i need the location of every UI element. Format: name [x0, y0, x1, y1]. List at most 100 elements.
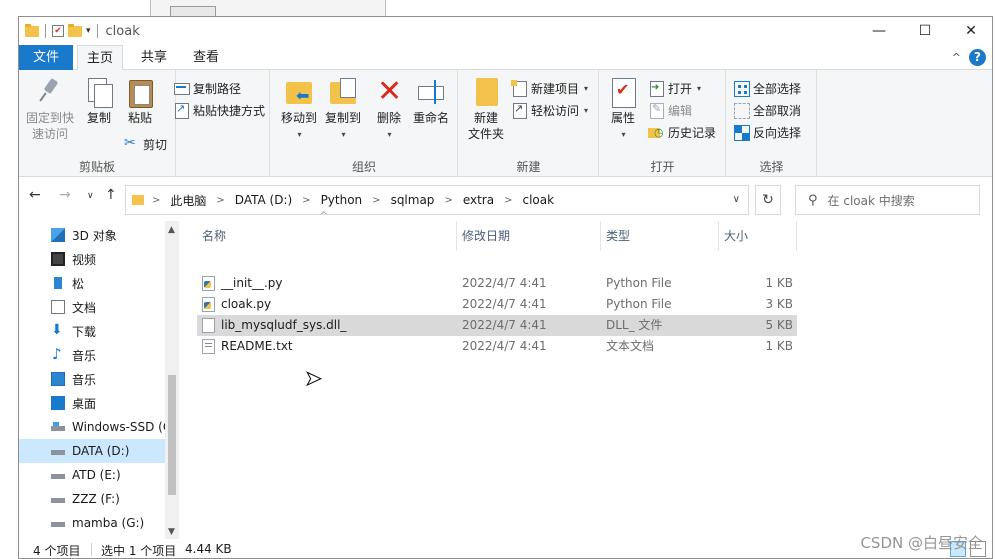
- breadcrumb-cloak[interactable]: cloak: [522, 193, 554, 207]
- copy-to-button[interactable]: 复制到 ▾: [321, 76, 365, 140]
- properties-button[interactable]: 属性 ▾: [604, 76, 642, 140]
- nav-item-music[interactable]: 音乐: [19, 343, 165, 367]
- breadcrumb-python[interactable]: Python: [321, 193, 363, 207]
- copy-to-icon: [328, 76, 358, 108]
- up-arrow-icon[interactable]: ↑: [105, 187, 117, 203]
- file-row[interactable]: cloak.py 2022/4/7 4:41 Python File 3 KB: [197, 294, 797, 315]
- nav-item-drive-d[interactable]: DATA (D:): [19, 439, 165, 463]
- nav-item-label: 音乐: [72, 348, 97, 363]
- file-row[interactable]: README.txt 2022/4/7 4:41 文本文档 1 KB: [197, 336, 797, 357]
- nav-item-3d-objects[interactable]: 3D 对象: [19, 223, 165, 247]
- move-to-button[interactable]: 移动到 ▾: [277, 76, 321, 140]
- nav-item-drive-f[interactable]: ZZZ (F:): [19, 487, 165, 511]
- new-folder-icon[interactable]: [68, 23, 82, 37]
- nav-item-documents[interactable]: 文档: [19, 295, 165, 319]
- easy-access-button[interactable]: 轻松访问 ▾: [511, 100, 588, 120]
- nav-item-music-2[interactable]: 音乐: [19, 367, 165, 391]
- file-size: 5 KB: [765, 318, 793, 332]
- ribbon-tabs: 文件 主页 共享 查看 ^ ?: [19, 45, 992, 71]
- cut-button[interactable]: 剪切: [123, 134, 167, 154]
- minimize-button[interactable]: —: [856, 17, 902, 45]
- copy-button[interactable]: 复制: [79, 76, 119, 126]
- breadcrumb-separator-icon[interactable]: >: [504, 195, 512, 206]
- new-item-button[interactable]: 新建项目 ▾: [511, 78, 588, 98]
- new-folder-button[interactable]: 新建 文件夹: [463, 76, 509, 142]
- scroll-up-icon[interactable]: ▲: [168, 225, 175, 235]
- invert-selection-label: 反向选择: [753, 125, 802, 140]
- breadcrumb-separator-icon[interactable]: >: [216, 195, 224, 206]
- nav-item-drive-c[interactable]: Windows-SSD (C:): [19, 415, 165, 439]
- nav-item-song[interactable]: 松: [19, 271, 165, 295]
- breadcrumb-extra[interactable]: extra: [463, 193, 494, 207]
- address-bar[interactable]: > 此电脑 > DATA (D:) > Python > sqlmap > ex…: [125, 185, 749, 215]
- new-folder-label-line1: 新建: [473, 111, 498, 125]
- select-none-button[interactable]: 全部取消: [733, 100, 801, 120]
- tab-view[interactable]: 查看: [183, 45, 229, 70]
- move-to-dropdown-icon: ▾: [297, 130, 302, 139]
- delete-button[interactable]: 删除 ▾: [371, 76, 407, 140]
- breadcrumb-data-drive[interactable]: DATA (D:): [235, 193, 292, 207]
- navigation-pane-scrollbar[interactable]: ▲ ▼: [165, 221, 179, 539]
- help-icon[interactable]: ?: [969, 49, 986, 66]
- paste-button[interactable]: 粘贴: [121, 76, 159, 126]
- nav-item-desktop[interactable]: 桌面: [19, 391, 165, 415]
- forward-arrow-icon[interactable]: →: [59, 187, 71, 203]
- breadcrumb-separator-icon[interactable]: >: [372, 195, 380, 206]
- pin-label-line1: 固定到快: [25, 111, 74, 125]
- file-row-selected[interactable]: lib_mysqludf_sys.dll_ 2022/4/7 4:41 DLL_…: [197, 315, 797, 336]
- drive-icon: [51, 420, 65, 434]
- tab-share[interactable]: 共享: [131, 45, 177, 70]
- nav-item-label: 下载: [72, 324, 97, 339]
- new-item-icon: [511, 80, 527, 97]
- edit-button[interactable]: 编辑: [648, 100, 692, 120]
- breadcrumb-sqlmap[interactable]: sqlmap: [391, 193, 435, 207]
- column-header-date[interactable]: 修改日期: [457, 221, 601, 251]
- refresh-button[interactable]: ↻: [755, 185, 781, 215]
- qat-divider: [45, 24, 46, 38]
- sort-ascending-icon: ^: [320, 211, 328, 221]
- column-header-size[interactable]: 大小: [719, 221, 797, 251]
- pin-icon: [35, 76, 65, 108]
- search-box[interactable]: ⚲ 在 cloak 中搜索: [795, 185, 980, 215]
- paste-label: 粘贴: [127, 111, 152, 125]
- nav-item-drive-e[interactable]: ATD (E:): [19, 463, 165, 487]
- breadcrumb-separator-icon[interactable]: >: [302, 195, 310, 206]
- collapse-ribbon-chevron-icon[interactable]: ^: [952, 51, 961, 64]
- back-arrow-icon[interactable]: ←: [29, 187, 41, 203]
- nav-item-label: Windows-SSD (C:): [72, 420, 165, 434]
- nav-item-downloads[interactable]: 下载: [19, 319, 165, 343]
- text-file-icon: [202, 339, 215, 354]
- address-dropdown-chevron-icon[interactable]: ∨: [733, 194, 740, 205]
- maximize-button[interactable]: ☐: [902, 17, 948, 45]
- nav-item-label: 音乐: [72, 372, 97, 387]
- select-all-button[interactable]: 全部选择: [733, 78, 801, 98]
- tab-file[interactable]: 文件: [19, 45, 73, 70]
- nav-item-videos[interactable]: 视频: [19, 247, 165, 271]
- nav-item-drive-g[interactable]: mamba (G:): [19, 511, 165, 535]
- tab-home[interactable]: 主页: [77, 45, 123, 71]
- properties-label: 属性: [610, 111, 635, 125]
- column-header-name[interactable]: 名称: [197, 221, 457, 251]
- pin-to-quick-access-button[interactable]: 固定到快 速访问: [23, 76, 77, 142]
- status-divider: [91, 543, 92, 556]
- nav-item-label: DATA (D:): [72, 444, 130, 458]
- scrollbar-thumb[interactable]: [168, 375, 176, 495]
- open-button[interactable]: 打开 ▾: [648, 78, 701, 98]
- breadcrumb-this-pc[interactable]: 此电脑: [170, 192, 206, 209]
- column-header-type[interactable]: 类型: [601, 221, 719, 251]
- watermark: CSDN @白昼安全: [860, 534, 983, 552]
- qat-customize-dropdown-icon[interactable]: ▾: [86, 26, 91, 36]
- history-icon: [648, 124, 664, 140]
- properties-check-icon[interactable]: ✔: [52, 25, 64, 37]
- recent-locations-chevron-icon[interactable]: ∨: [87, 191, 94, 201]
- close-button[interactable]: ✕: [948, 17, 992, 45]
- select-none-label: 全部取消: [753, 103, 802, 118]
- breadcrumb-separator-icon[interactable]: >: [152, 195, 160, 206]
- scroll-down-icon[interactable]: ▼: [168, 527, 175, 537]
- file-row[interactable]: __init__.py 2022/4/7 4:41 Python File 1 …: [197, 273, 797, 294]
- rename-button[interactable]: 重命名: [409, 76, 453, 126]
- file-size: 3 KB: [765, 297, 793, 311]
- history-button[interactable]: 历史记录: [648, 122, 716, 142]
- invert-selection-button[interactable]: 反向选择: [733, 122, 801, 142]
- breadcrumb-separator-icon[interactable]: >: [444, 195, 452, 206]
